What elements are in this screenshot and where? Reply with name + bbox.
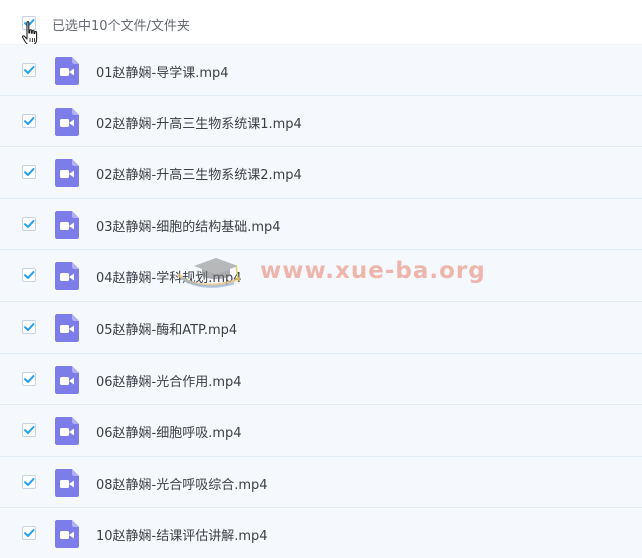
file-row[interactable]: 01赵静娴-导学课.mp4 bbox=[0, 44, 642, 96]
file-row[interactable]: 06赵静娴-光合作用.mp4 bbox=[0, 353, 642, 406]
checkmark-icon bbox=[24, 168, 35, 177]
video-file-icon bbox=[55, 57, 79, 85]
file-row[interactable]: 04赵静娴-学科规划.mp4 bbox=[0, 250, 642, 302]
checkmark-icon bbox=[24, 271, 35, 280]
file-list-panel: 已选中10个文件/文件夹 01赵静娴-导学课.mp4 02赵静娴-升高三生物系统课… bbox=[0, 0, 642, 558]
video-file-icon bbox=[55, 417, 79, 446]
video-file-icon bbox=[55, 365, 79, 394]
file-checkbox[interactable] bbox=[22, 371, 36, 386]
checkmark-icon bbox=[24, 219, 35, 228]
file-name[interactable]: 03赵静娴-细胞的结构基础.mp4 bbox=[96, 216, 281, 235]
file-name[interactable]: 06赵静娴-光合作用.mp4 bbox=[96, 371, 242, 390]
file-name[interactable]: 02赵静娴-升高三生物系统课1.mp4 bbox=[96, 113, 302, 132]
file-row[interactable]: 02赵静娴-升高三生物系统课2.mp4 bbox=[0, 147, 642, 199]
file-checkbox[interactable] bbox=[22, 474, 36, 489]
video-file-icon bbox=[55, 107, 79, 136]
file-row[interactable]: 05赵静娴-酶和ATP.mp4 bbox=[0, 301, 642, 354]
file-row[interactable]: 03赵静娴-细胞的结构基础.mp4 bbox=[0, 198, 642, 251]
checkmark-icon bbox=[24, 116, 35, 125]
video-file-icon bbox=[55, 159, 79, 188]
selection-header: 已选中10个文件/文件夹 bbox=[0, 0, 642, 46]
checkmark-icon bbox=[24, 529, 35, 538]
file-name[interactable]: 06赵静娴-细胞呼吸.mp4 bbox=[96, 422, 242, 441]
file-checkbox[interactable] bbox=[22, 216, 36, 231]
file-checkbox[interactable] bbox=[22, 423, 36, 438]
file-checkbox[interactable] bbox=[22, 319, 36, 334]
file-checkbox[interactable] bbox=[22, 63, 36, 77]
video-file-icon bbox=[55, 210, 79, 239]
file-row[interactable]: 08赵静娴-光合呼吸综合.mp4 bbox=[0, 456, 642, 509]
selection-count-label: 已选中10个文件/文件夹 bbox=[52, 19, 190, 34]
checkmark-icon bbox=[24, 426, 35, 435]
file-row[interactable]: 10赵静娴-结课评估讲解.mp4 bbox=[0, 508, 642, 558]
file-name[interactable]: 10赵静娴-结课评估讲解.mp4 bbox=[96, 525, 268, 544]
file-list: 01赵静娴-导学课.mp4 02赵静娴-升高三生物系统课1.mp4 02赵静娴-升高… bbox=[0, 44, 642, 558]
checkmark-icon bbox=[24, 322, 35, 331]
video-file-icon bbox=[55, 468, 79, 497]
file-row[interactable]: 02赵静娴-升高三生物系统课1.mp4 bbox=[0, 95, 642, 148]
file-name[interactable]: 02赵静娴-升高三生物系统课2.mp4 bbox=[96, 164, 302, 183]
file-name[interactable]: 05赵静娴-酶和ATP.mp4 bbox=[96, 319, 237, 338]
file-name[interactable]: 08赵静娴-光合呼吸综合.mp4 bbox=[96, 474, 268, 493]
file-checkbox[interactable] bbox=[22, 268, 36, 283]
checkmark-icon bbox=[24, 477, 35, 486]
file-checkbox[interactable] bbox=[22, 113, 36, 128]
video-file-icon bbox=[55, 313, 79, 342]
video-file-icon bbox=[55, 520, 79, 549]
file-checkbox[interactable] bbox=[22, 165, 36, 180]
checkmark-icon bbox=[24, 66, 35, 74]
file-name[interactable]: 04赵静娴-学科规划.mp4 bbox=[96, 267, 242, 286]
file-row[interactable]: 06赵静娴-细胞呼吸.mp4 bbox=[0, 405, 642, 457]
checkmark-icon bbox=[24, 374, 35, 383]
file-checkbox[interactable] bbox=[22, 526, 36, 541]
video-file-icon bbox=[55, 262, 79, 291]
file-name[interactable]: 01赵静娴-导学课.mp4 bbox=[96, 62, 229, 81]
